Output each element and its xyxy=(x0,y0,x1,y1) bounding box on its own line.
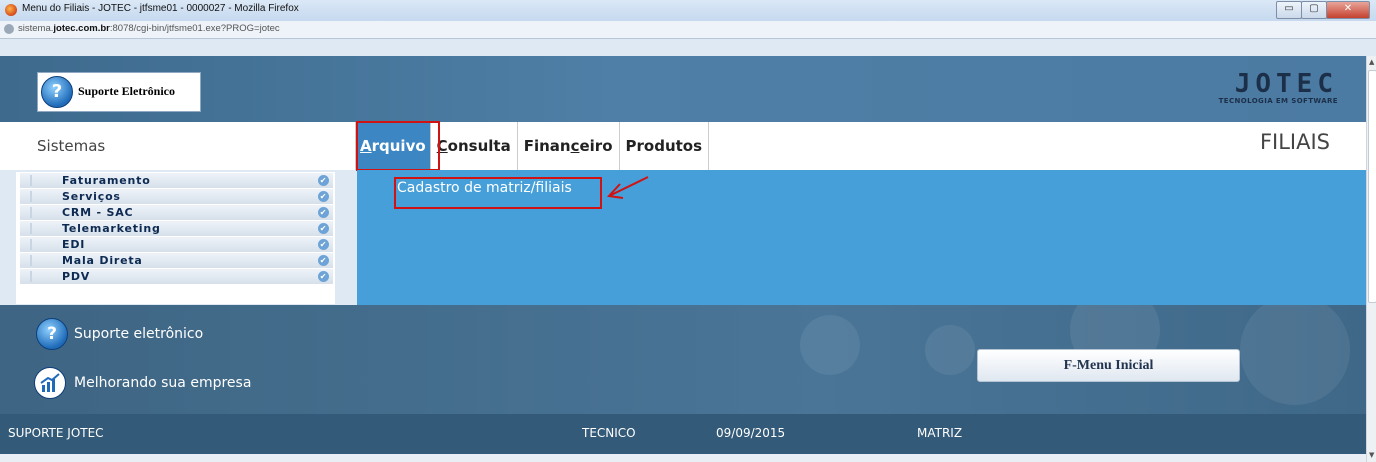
sidebar-item-label: Faturamento xyxy=(62,174,151,187)
help-icon: ? xyxy=(36,318,68,350)
sidebar: Faturamento ✔ Serviços ✔ CRM - SAC ✔ Telema… xyxy=(16,172,335,304)
close-button[interactable]: ✕ xyxy=(1326,1,1370,19)
sidebar-item-crm-sac[interactable]: CRM - SAC ✔ xyxy=(20,205,333,220)
status-bar: SUPORTE JOTEC TECNICO 09/09/2015 MATRIZ xyxy=(0,414,1366,454)
drag-handle-icon xyxy=(30,223,32,234)
check-icon: ✔ xyxy=(318,191,329,202)
highlight-box-arquivo xyxy=(356,121,440,171)
sistemas-label: Sistemas xyxy=(37,137,106,155)
status-branch: MATRIZ xyxy=(917,426,963,440)
menu-financeiro[interactable]: Financeiro xyxy=(518,122,620,170)
check-icon: ✔ xyxy=(318,239,329,250)
menu-inicial-button[interactable]: F-Menu Inicial xyxy=(977,349,1240,382)
window-controls: ▭ ▢ ✕ xyxy=(1276,1,1370,19)
highlight-box-cadastro xyxy=(394,177,602,209)
maximize-button[interactable]: ▢ xyxy=(1301,1,1327,19)
sidebar-item-label: EDI xyxy=(62,238,86,251)
decoration-circle xyxy=(1240,305,1350,405)
address-bar[interactable]: sistema.jotec.com.br:8078/cgi-bin/jtfsme… xyxy=(0,21,1376,39)
sidebar-item-telemarketing[interactable]: Telemarketing ✔ xyxy=(20,221,333,236)
scroll-down-icon[interactable]: ▼ xyxy=(1369,451,1374,459)
page-bottom-strip xyxy=(0,454,1366,462)
browser-title-bar: Menu do Filiais - JOTEC - jtfsme01 - 000… xyxy=(0,0,1376,22)
sidebar-item-label: Mala Direta xyxy=(62,254,143,267)
drag-handle-icon xyxy=(30,255,32,266)
url-text[interactable]: sistema.jotec.com.br:8078/cgi-bin/jtfsme… xyxy=(18,23,280,34)
menu-label-pre: Produtos xyxy=(625,137,703,155)
help-icon: ? xyxy=(41,76,73,108)
growth-chart-icon xyxy=(34,367,66,399)
status-user: TECNICO xyxy=(582,426,636,440)
check-icon: ✔ xyxy=(318,255,329,266)
red-arrow-icon xyxy=(606,176,649,199)
sidebar-item-label: Serviços xyxy=(62,190,121,203)
menu-label-post: onsulta xyxy=(447,137,511,155)
scroll-up-icon[interactable]: ▲ xyxy=(1369,58,1374,66)
minimize-button[interactable]: ▭ xyxy=(1276,1,1302,19)
url-path: :8078/cgi-bin/jtfsme01.exe?PROG=jotec xyxy=(109,23,280,34)
sidebar-item-pdv[interactable]: PDV ✔ xyxy=(20,269,333,284)
window-title: Menu do Filiais - JOTEC - jtfsme01 - 000… xyxy=(22,3,299,14)
check-icon: ✔ xyxy=(318,175,329,186)
sidebar-item-edi[interactable]: EDI ✔ xyxy=(20,237,333,252)
footer-panel: ? Suporte eletrônico Melhorando sua empr… xyxy=(0,305,1366,414)
scrollbar-thumb[interactable] xyxy=(1368,70,1376,303)
sidebar-item-faturamento[interactable]: Faturamento ✔ xyxy=(20,173,333,188)
sidebar-item-label: Telemarketing xyxy=(62,222,161,235)
menu-area: Sistemas Arquivo Consulta Financeiro Pro… xyxy=(0,122,1366,170)
brand-tagline: TECNOLOGIA EM SOFTWARE xyxy=(1218,97,1338,105)
drag-handle-icon xyxy=(30,239,32,250)
brand-name: JOTEC xyxy=(1234,69,1338,99)
menu-label-pre: Finan xyxy=(523,137,571,155)
page-title: FILIAIS xyxy=(1259,130,1330,154)
jotec-logo: JOTEC TECNOLOGIA EM SOFTWARE xyxy=(1188,71,1338,105)
firefox-icon xyxy=(5,4,17,16)
menu-label-post: eiro xyxy=(579,137,613,155)
sidebar-item-label: PDV xyxy=(62,270,91,283)
url-domain: jotec.com.br xyxy=(53,23,110,34)
vertical-scrollbar[interactable]: ▲ ▼ xyxy=(1366,56,1376,462)
status-company: SUPORTE JOTEC xyxy=(8,426,104,440)
app-header: ? Suporte Eletrônico JOTEC TECNOLOGIA EM… xyxy=(0,56,1366,122)
sidebar-item-label: CRM - SAC xyxy=(62,206,134,219)
decoration-circle xyxy=(925,325,975,375)
globe-icon xyxy=(4,24,14,34)
menu-produtos[interactable]: Produtos xyxy=(620,122,710,170)
footer-tagline-text: Melhorando sua empresa xyxy=(74,375,252,391)
url-prefix: sistema. xyxy=(18,23,54,34)
drag-handle-icon xyxy=(30,191,32,202)
logo-text: Suporte Eletrônico xyxy=(78,84,175,98)
drag-handle-icon xyxy=(30,175,32,186)
sidebar-item-servicos[interactable]: Serviços ✔ xyxy=(20,189,333,204)
drag-handle-icon xyxy=(30,207,32,218)
status-date: 09/09/2015 xyxy=(716,426,786,440)
decoration-circle xyxy=(800,315,860,375)
drag-handle-icon xyxy=(30,271,32,282)
footer-support-text: Suporte eletrônico xyxy=(74,326,204,342)
menu-consulta[interactable]: Consulta xyxy=(431,122,518,170)
check-icon: ✔ xyxy=(318,207,329,218)
check-icon: ✔ xyxy=(318,271,329,282)
suporte-eletronico-logo[interactable]: ? Suporte Eletrônico xyxy=(37,72,201,112)
check-icon: ✔ xyxy=(318,223,329,234)
sidebar-item-mala-direta[interactable]: Mala Direta ✔ xyxy=(20,253,333,268)
